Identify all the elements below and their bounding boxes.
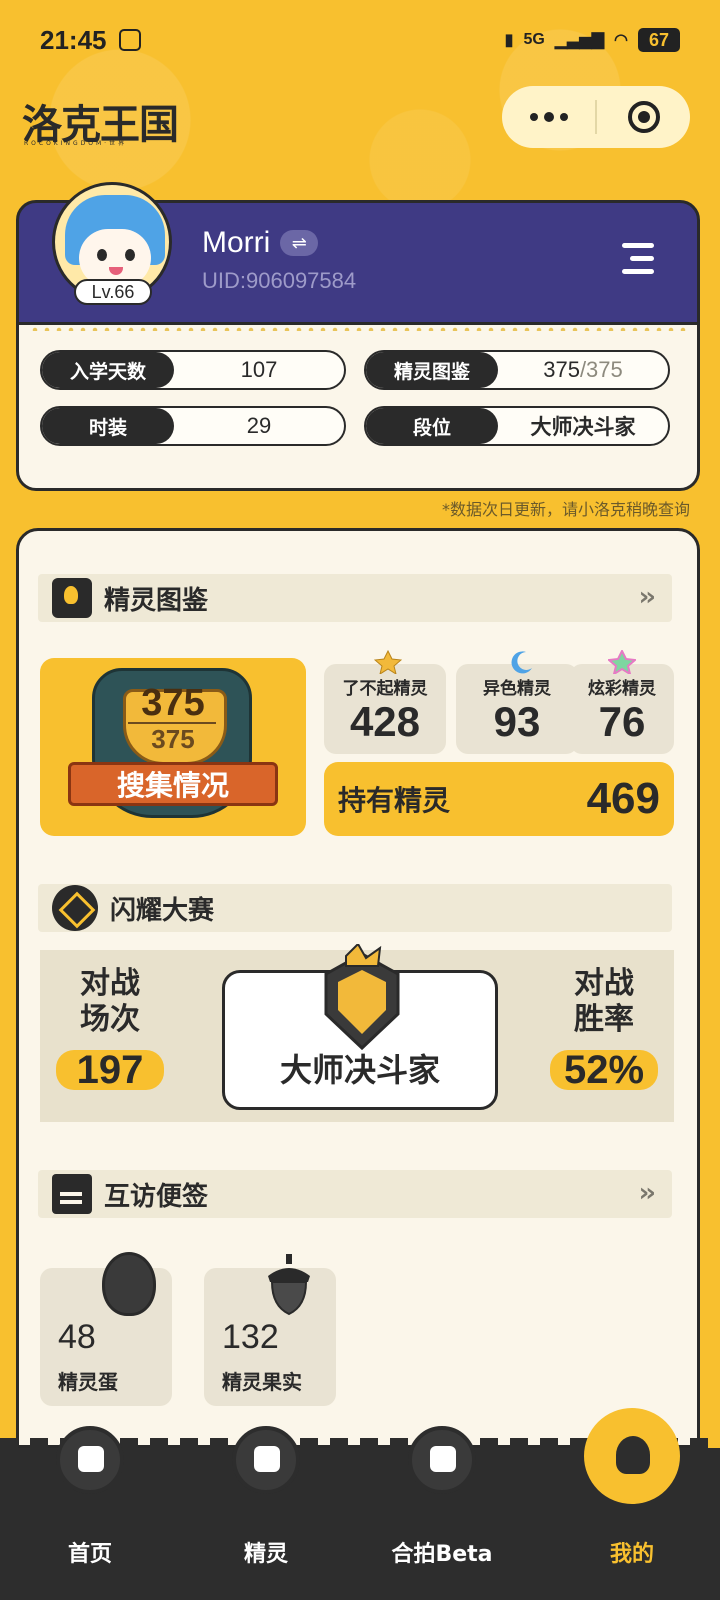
pokedex-section-header[interactable]: 精灵图鉴 ›› [38,574,672,622]
fruit-count: 132 [222,1318,279,1356]
chevron-right-icon: ›› [638,582,657,612]
star-icon [374,650,402,674]
nav-label: 我的 [609,1542,654,1567]
stat-label: 入学天数 [42,352,174,388]
vibrate-icon: ▮ [504,32,514,49]
stat-fashion: 时装 29 [40,406,346,446]
nav-mine[interactable]: 我的 [562,1408,702,1600]
stat-label: 精灵图鉴 [366,352,498,388]
rainbow-star-icon [608,650,636,674]
data-update-note: *数据次日更新，请小洛克稍晚查询 [441,500,690,519]
egg-card[interactable]: 48 精灵蛋 [40,1252,172,1406]
nav-home[interactable]: 首页 [20,1426,160,1600]
signal-icon: ▁▃▅▇ [554,32,605,49]
moon-icon [511,651,532,674]
note-icon [52,1174,92,1214]
card-label: 异色精灵 [483,679,551,699]
contest-section-header[interactable]: 闪耀大赛 [38,884,672,932]
dazzling-pets-card[interactable]: 炫彩精灵 76 [570,650,674,754]
nav-label: 精灵 [243,1542,288,1567]
battle-count: 对战 场次 197 [40,966,180,1090]
battle-count-value: 197 [56,1050,164,1090]
menu-icon[interactable] [618,243,654,275]
acorn-icon [268,1254,310,1316]
username-row: Morri ⇌ [202,226,319,260]
battery-icon: 67 [638,28,680,52]
pokedex-total: /375 [579,357,623,382]
nav-label: 合拍Beta [391,1542,493,1567]
miniapp-capsule [502,86,690,148]
collected-total: 375 [151,724,195,754]
fruit-label: 精灵果实 [222,1370,302,1394]
amazing-pets-card[interactable]: 了不起精灵 428 [324,650,446,754]
switch-account-icon[interactable]: ⇌ [280,230,319,256]
card-label: 炫彩精灵 [588,679,656,699]
nav-pets[interactable]: 精灵 [196,1426,336,1600]
stat-rank: 段位 大师决斗家 [364,406,670,446]
section-title: 精灵图鉴 [104,585,209,616]
chevron-right-icon: ›› [638,1178,657,1208]
profile-icon [584,1408,680,1504]
owned-value: 469 [586,774,660,823]
battle-count-label: 对战 [80,966,140,1001]
card-value: 428 [349,698,421,745]
stat-label: 时装 [42,408,174,444]
medal-icon [52,885,98,931]
battle-count-label: 场次 [80,1002,140,1037]
backpack-icon [232,1426,300,1494]
stat-enroll-days: 入学天数 107 [40,350,346,390]
owned-label: 持有精灵 [338,784,451,817]
stat-label: 段位 [366,408,498,444]
pokedex-count: 375 [543,357,580,382]
wifi-icon: ◠ [614,32,628,49]
shiny-pets-card[interactable]: 异色精灵 93 [456,651,578,754]
collected-count: 375 [141,682,205,724]
network-label: 5G [523,31,545,48]
close-miniapp-button[interactable] [597,86,690,148]
username: Morri [202,226,271,259]
level-badge: Lv.66 [74,279,152,305]
ai-icon [408,1426,476,1494]
owned-pets-card[interactable]: 持有精灵 469 [324,762,674,836]
win-rate-label: 对战 [574,966,634,1001]
more-options-button[interactable] [502,86,595,148]
win-rate-label: 胜率 [574,1002,634,1037]
stat-value: 375/375 [498,357,668,383]
card-value: 93 [493,698,541,745]
win-rate-value: 52% [550,1050,658,1090]
section-title: 互访便签 [104,1181,209,1212]
stat-value: 29 [246,413,272,438]
target-icon [627,101,660,133]
book-icon [52,578,92,618]
app-logo-subtitle: ROCOKINGDOM·世界 [24,140,128,147]
home-icon [56,1426,124,1494]
egg-icon [102,1252,156,1316]
card-value: 76 [598,698,646,745]
rank-emblem-icon [324,944,400,1051]
visits-section-header[interactable]: 互访便签 ›› [38,1170,672,1218]
user-id: UID:906097584 [202,268,357,293]
win-rate: 对战 胜率 52% [534,966,674,1090]
stat-value: 大师决斗家 [530,415,636,439]
stat-pokedex: 精灵图鉴 375/375 [364,350,670,390]
card-label: 了不起精灵 [342,679,428,699]
collection-card[interactable]: 375 375 搜集情况 [40,658,306,836]
status-time: 21:45 [40,24,107,55]
collection-ribbon: 搜集情况 [68,762,278,806]
notification-icon [118,29,141,51]
status-bar: 21:45 ▮ 5G ▁▃▅▇ ◠ 67 [0,0,720,80]
nav-label: 首页 [67,1542,112,1567]
nav-photo-beta[interactable]: 合拍Beta [372,1426,512,1600]
egg-label: 精灵蛋 [58,1370,118,1394]
fruit-card[interactable]: 132 精灵果实 [204,1254,336,1406]
section-title: 闪耀大赛 [110,895,215,926]
bottom-nav: 首页 精灵 合拍Beta 我的 [0,1408,720,1600]
stat-value: 107 [240,357,278,382]
egg-count: 48 [58,1318,96,1356]
